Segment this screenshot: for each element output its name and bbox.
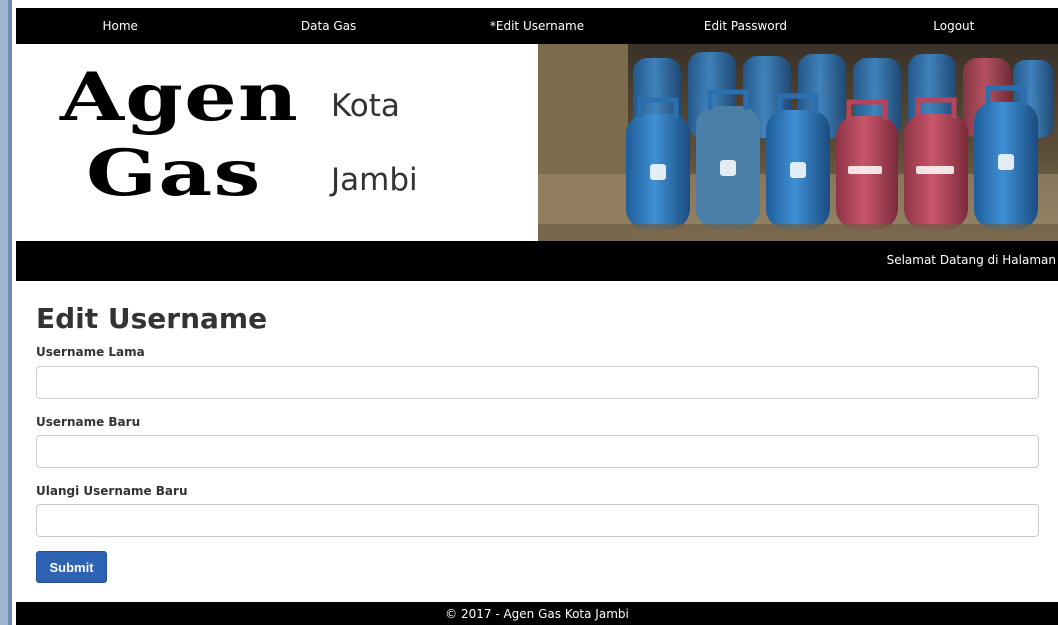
page-title: Edit Username [36,302,268,335]
repeat-username-input[interactable] [36,504,1039,537]
header-banner: Agen Gas Kota Jambi [16,44,1058,241]
logo-word-agen: Agen [60,58,300,136]
footer-text: © 2017 - Agen Gas Kota Jambi [445,606,629,621]
new-username-label: Username Baru [36,415,141,429]
old-username-label: Username Lama [36,345,145,359]
new-username-input[interactable] [36,435,1039,468]
submit-button[interactable]: Submit [36,551,107,583]
welcome-bar: Selamat Datang di Halaman [16,241,1058,281]
nav-data-gas[interactable]: Data Gas [224,8,432,44]
logo-word-kota: Kota [331,88,400,124]
logo-word-jambi: Jambi [331,162,418,198]
nav-logout[interactable]: Logout [850,8,1058,44]
nav-edit-username[interactable]: *Edit Username [433,8,641,44]
gas-cylinders-photo [538,44,1058,241]
welcome-text: Selamat Datang di Halaman [886,253,1056,267]
nav-home[interactable]: Home [16,8,224,44]
repeat-username-label: Ulangi Username Baru [36,484,188,498]
window-left-border [0,0,12,625]
top-navigation: Home Data Gas *Edit Username Edit Passwo… [16,8,1058,44]
nav-edit-password[interactable]: Edit Password [641,8,849,44]
logo-word-gas: Gas [86,136,262,211]
old-username-input[interactable] [36,366,1039,399]
page: Home Data Gas *Edit Username Edit Passwo… [16,0,1058,625]
footer: © 2017 - Agen Gas Kota Jambi [16,602,1058,625]
